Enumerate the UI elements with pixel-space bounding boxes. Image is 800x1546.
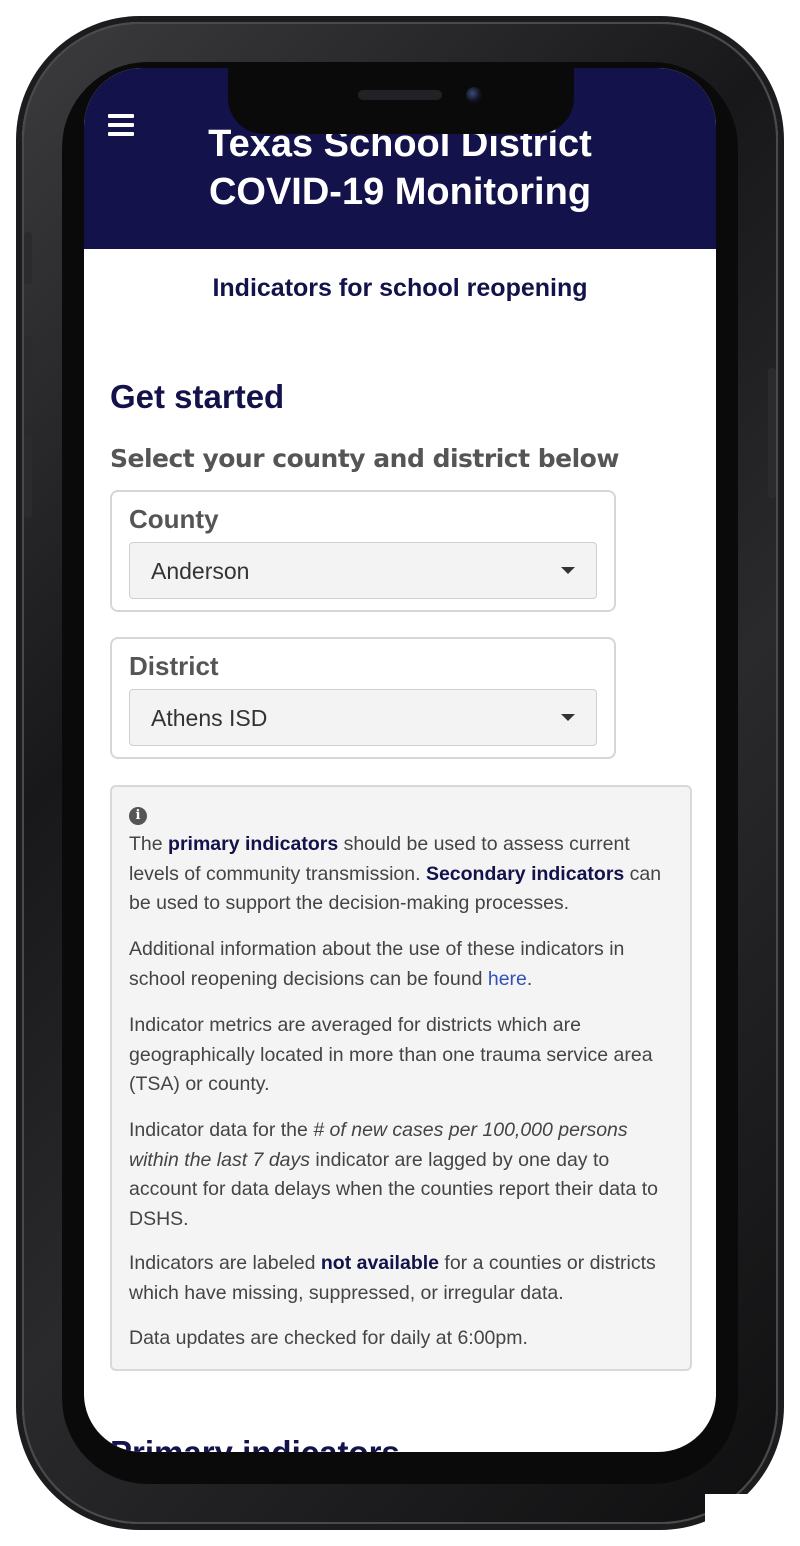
county-label: County bbox=[129, 504, 219, 534]
district-label: District bbox=[129, 651, 219, 681]
district-select[interactable]: Athens ISD bbox=[129, 689, 597, 746]
volume-up-button-2 bbox=[24, 336, 32, 418]
district-field: District Athens ISD bbox=[110, 637, 616, 759]
info-paragraph-averaged: Indicator metrics are averaged for distr… bbox=[129, 1014, 653, 1095]
next-section-title: Primary indicators bbox=[110, 1434, 400, 1452]
page-subtitle: Indicators for school reopening bbox=[212, 274, 588, 302]
county-select[interactable]: Anderson bbox=[129, 542, 597, 599]
info-text: Indicators are labeled bbox=[129, 1252, 321, 1274]
app-screen: Texas School District COVID-19 Monitorin… bbox=[84, 68, 716, 1452]
menu-bar bbox=[108, 114, 134, 118]
chevron-down-icon bbox=[561, 567, 575, 574]
district-selected-value: Athens ISD bbox=[151, 705, 268, 731]
info-paragraph-updates: Data updates are checked for daily at 6:… bbox=[129, 1327, 528, 1349]
info-text: Indicator data for the bbox=[129, 1119, 314, 1141]
background-patch bbox=[705, 1494, 800, 1546]
info-panel: i The primary indicators should be used … bbox=[110, 785, 692, 1371]
county-field: County Anderson bbox=[110, 490, 616, 612]
county-selected-value: Anderson bbox=[151, 558, 250, 584]
primary-indicators-emphasis: primary indicators bbox=[168, 833, 339, 855]
phone-notch bbox=[228, 62, 574, 134]
info-text: Additional information about the use of … bbox=[129, 938, 625, 990]
chevron-down-icon bbox=[561, 714, 575, 721]
volume-down-button bbox=[24, 436, 32, 518]
info-paragraph-additional: Additional information about the use of … bbox=[129, 935, 674, 994]
info-text: . bbox=[526, 967, 533, 990]
info-paragraph-primary: The primary indicators should be used to… bbox=[129, 830, 674, 919]
info-paragraph-not-available: Indicators are labeled not available for… bbox=[129, 1249, 674, 1308]
app-title: Texas School District COVID-19 Monitorin… bbox=[84, 120, 716, 216]
app-title-line2: COVID-19 Monitoring bbox=[208, 171, 592, 213]
volume-up-button bbox=[24, 232, 32, 284]
info-icon: i bbox=[129, 807, 147, 825]
speaker-grille bbox=[358, 90, 442, 100]
power-button bbox=[768, 368, 776, 498]
info-paragraph-lagged: Indicator data for the # of new cases pe… bbox=[129, 1116, 674, 1234]
select-prompt: Select your county and district below bbox=[110, 444, 619, 473]
secondary-indicators-emphasis: Secondary indicators bbox=[425, 862, 625, 885]
section-title: Get started bbox=[110, 378, 285, 415]
not-available-emphasis: not available bbox=[320, 1252, 439, 1274]
info-text: The bbox=[129, 833, 169, 855]
here-link[interactable]: here bbox=[488, 968, 527, 990]
camera-icon bbox=[466, 87, 482, 103]
